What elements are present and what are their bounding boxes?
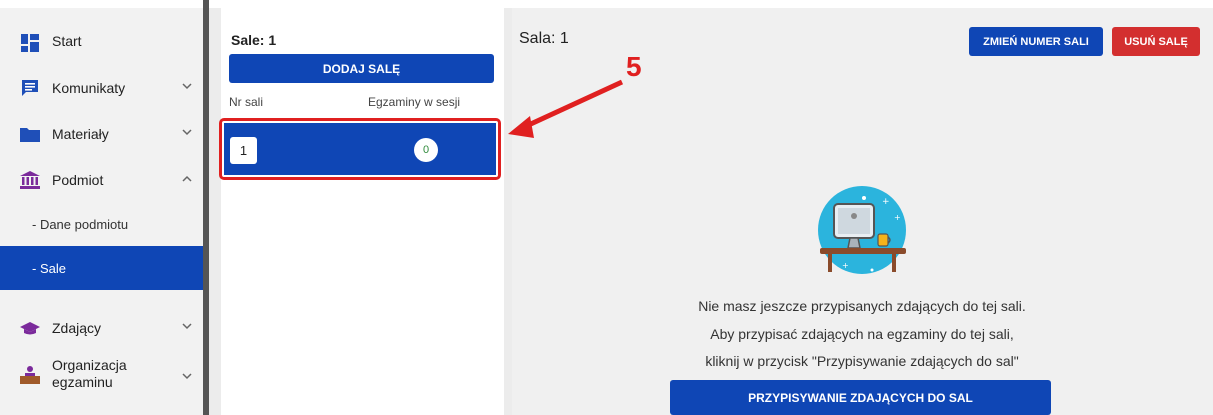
folder-icon [20, 125, 40, 143]
annotation-arrow-icon [508, 79, 624, 138]
sidebar-item-label: Zdający [52, 320, 102, 336]
sidebar-item-organizacja-egzaminu[interactable]: Organizacja egzaminu [0, 351, 203, 399]
highlight-frame: 1 0 [219, 118, 501, 180]
room-row[interactable]: 1 0 [224, 123, 496, 175]
room-detail-title: Sala: 1 [519, 30, 569, 47]
sidebar-item-label: Organizacja egzaminu [52, 357, 127, 390]
column-header-room-number: Nr sali [229, 95, 264, 109]
sidebar-item-label: Komunikaty [52, 80, 126, 96]
sidebar-item-label: Start [52, 33, 82, 49]
add-room-button[interactable]: DODAJ SALĘ [229, 54, 494, 83]
exam-count-badge: 0 [414, 138, 438, 162]
chevron-down-icon [182, 81, 192, 93]
sidebar-subitem-label: - Dane podmiotu [32, 216, 129, 232]
dashboard-icon [20, 34, 40, 52]
person-desk-icon [20, 366, 40, 384]
rename-room-button[interactable]: ZMIEŃ NUMER SALI [969, 27, 1103, 56]
delete-room-button[interactable]: USUŃ SALĘ [1112, 27, 1200, 56]
sidebar-item-materialy[interactable]: Materiały [0, 111, 203, 157]
sidebar-item-label: Materiały [52, 126, 109, 142]
chevron-down-icon [182, 321, 192, 333]
assign-examinees-button[interactable]: PRZYPISYWANIE ZDAJĄCYCH DO SAL [670, 380, 1051, 415]
sidebar-subitem-sale[interactable]: - Sale [0, 246, 203, 290]
graduation-cap-icon [20, 319, 40, 337]
chevron-down-icon [182, 371, 192, 383]
sidebar-item-podmiot[interactable]: Podmiot [0, 157, 203, 203]
svg-text:+: + [842, 261, 849, 270]
sidebar-item-start[interactable]: Start [0, 20, 203, 66]
svg-text:+: + [894, 213, 901, 222]
chevron-up-icon [182, 173, 192, 185]
chevron-down-icon [182, 127, 192, 139]
empty-state-illustration: + + + [812, 184, 912, 284]
room-number-cell: 1 [230, 137, 257, 164]
sidebar: Start Komunikaty Materiały Podmiot - Dan… [0, 8, 203, 415]
message-icon [20, 79, 40, 97]
gutter [209, 8, 221, 415]
empty-state-message-line2: Aby przypisać zdających na egzaminy do t… [710, 326, 1014, 342]
empty-state-message-line3: kliknij w przycisk "Przypisywanie zdając… [705, 353, 1019, 369]
rooms-count-title: Sale: 1 [231, 32, 277, 48]
institution-icon [20, 171, 40, 189]
sidebar-item-komunikaty[interactable]: Komunikaty [0, 65, 203, 111]
rooms-panel: Sale: 1 DODAJ SALĘ Nr sali Egzaminy w se… [219, 8, 504, 415]
column-header-exams: Egzaminy w sesji [368, 95, 461, 109]
svg-text:+: + [882, 197, 890, 207]
sidebar-subitem-label: - Sale [32, 260, 66, 276]
sidebar-item-label: Podmiot [52, 172, 104, 188]
sidebar-item-zdajacy[interactable]: Zdający [0, 305, 203, 351]
empty-state-message-line1: Nie masz jeszcze przypisanych zdających … [698, 298, 1026, 314]
sidebar-subitem-dane-podmiotu[interactable]: - Dane podmiotu [0, 202, 203, 246]
